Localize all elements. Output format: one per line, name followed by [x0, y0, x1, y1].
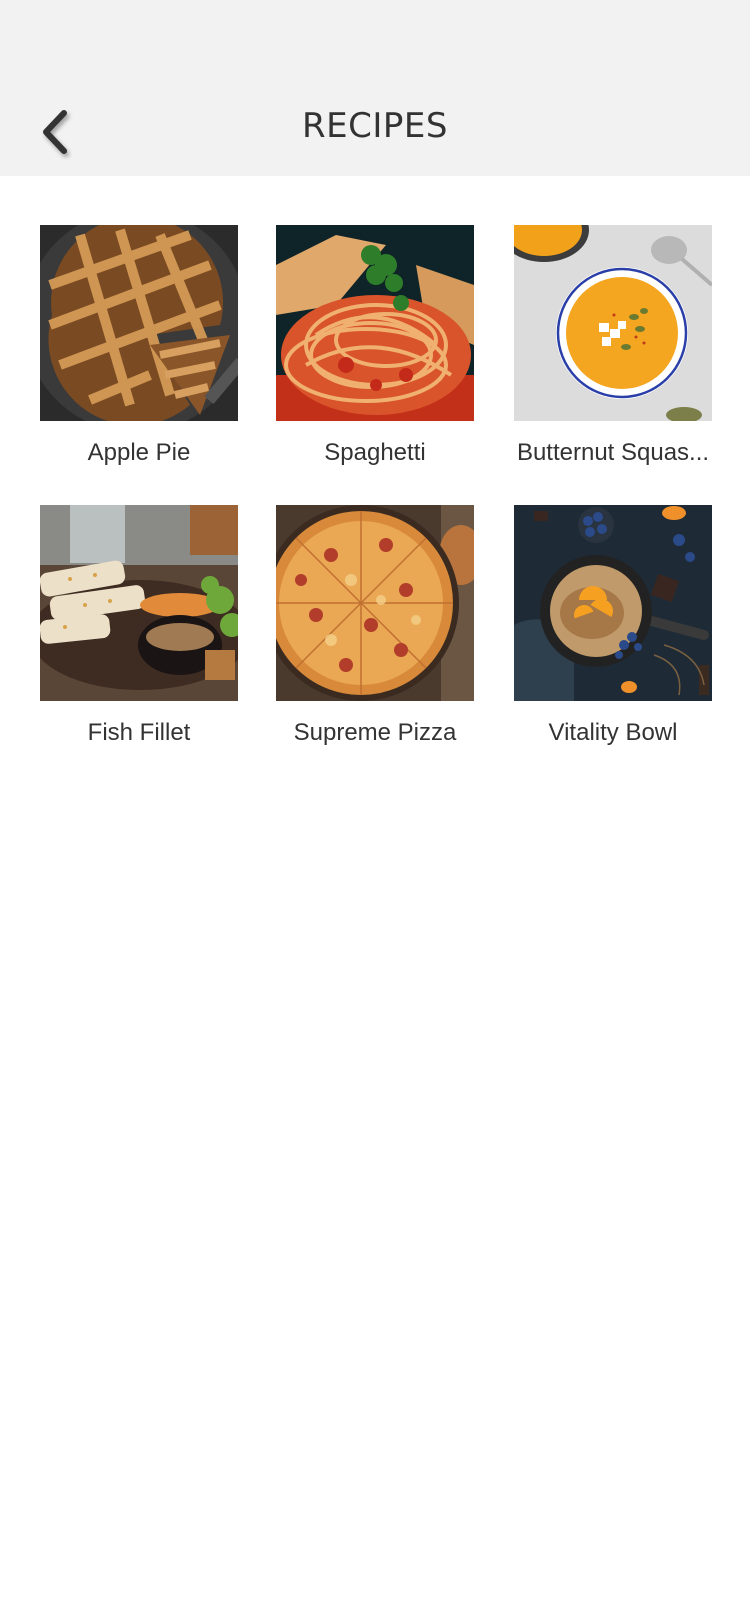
recipe-tile-butternut-squash[interactable]: Butternut Squas...: [514, 225, 712, 467]
recipe-tile-vitality-bowl[interactable]: Vitality Bowl: [514, 505, 712, 747]
recipe-title: Fish Fillet: [87, 719, 191, 746]
recipe-tile-supreme-pizza[interactable]: Supreme Pizza: [276, 505, 474, 747]
recipe-title: Spaghetti: [324, 439, 426, 466]
recipe-title: Supreme Pizza: [293, 719, 457, 746]
page-title: RECIPES: [302, 106, 448, 146]
recipe-title: Butternut Squas...: [516, 439, 710, 466]
recipe-tile-spaghetti[interactable]: Spaghetti: [276, 225, 474, 467]
vitality-bowl-photo: [514, 505, 712, 701]
recipe-tile-fish-fillet[interactable]: Fish Fillet: [40, 505, 238, 747]
top-app-bar: RECIPES: [0, 0, 750, 176]
recipe-title: Apple Pie: [87, 439, 191, 466]
spaghetti-photo: [276, 225, 474, 421]
recipe-title: Vitality Bowl: [548, 719, 678, 746]
recipe-tile-apple-pie[interactable]: Apple Pie: [40, 225, 238, 467]
supreme-pizza-photo: [276, 505, 474, 701]
fish-fillet-photo: [40, 505, 238, 701]
recipes-screen: RECIPES Apple Pie Spaghetti Butternut Sq…: [0, 0, 750, 1624]
apple-pie-photo: [40, 225, 238, 421]
butternut-squash-soup-photo: [514, 225, 712, 421]
